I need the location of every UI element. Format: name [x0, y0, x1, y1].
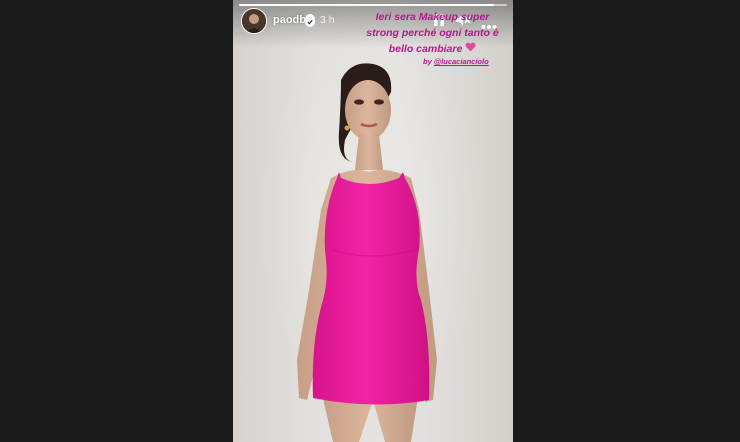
avatar-image [242, 9, 266, 33]
story-caption: Ieri sera Makeup super strong perché ogn… [345, 9, 513, 57]
avatar[interactable] [241, 8, 267, 34]
right-backdrop [513, 0, 740, 442]
story-progress-bar [239, 4, 507, 6]
photo-credit: by @lucacianciolo [423, 57, 489, 66]
caption-line-1: Ieri sera Makeup super [375, 11, 490, 23]
heart-sticker-icon [465, 41, 476, 57]
credit-prefix: by [423, 57, 434, 66]
caption-line-2: strong perché ogni tanto è [366, 27, 499, 39]
story-photo [297, 63, 437, 442]
credit-handle-link[interactable]: @lucacianciolo [434, 57, 489, 66]
story-frame[interactable]: paodb 3 h Ieri sera Makeup super strong … [233, 0, 513, 442]
story-viewer: paodb 3 h Ieri sera Makeup super strong … [0, 0, 740, 442]
verified-badge-icon [305, 14, 315, 27]
caption-line-3: bello cambiare [345, 41, 513, 57]
story-progress-fill [239, 4, 494, 6]
timestamp: 3 h [320, 14, 335, 26]
left-backdrop [0, 0, 233, 442]
username[interactable]: paodb [273, 14, 306, 26]
